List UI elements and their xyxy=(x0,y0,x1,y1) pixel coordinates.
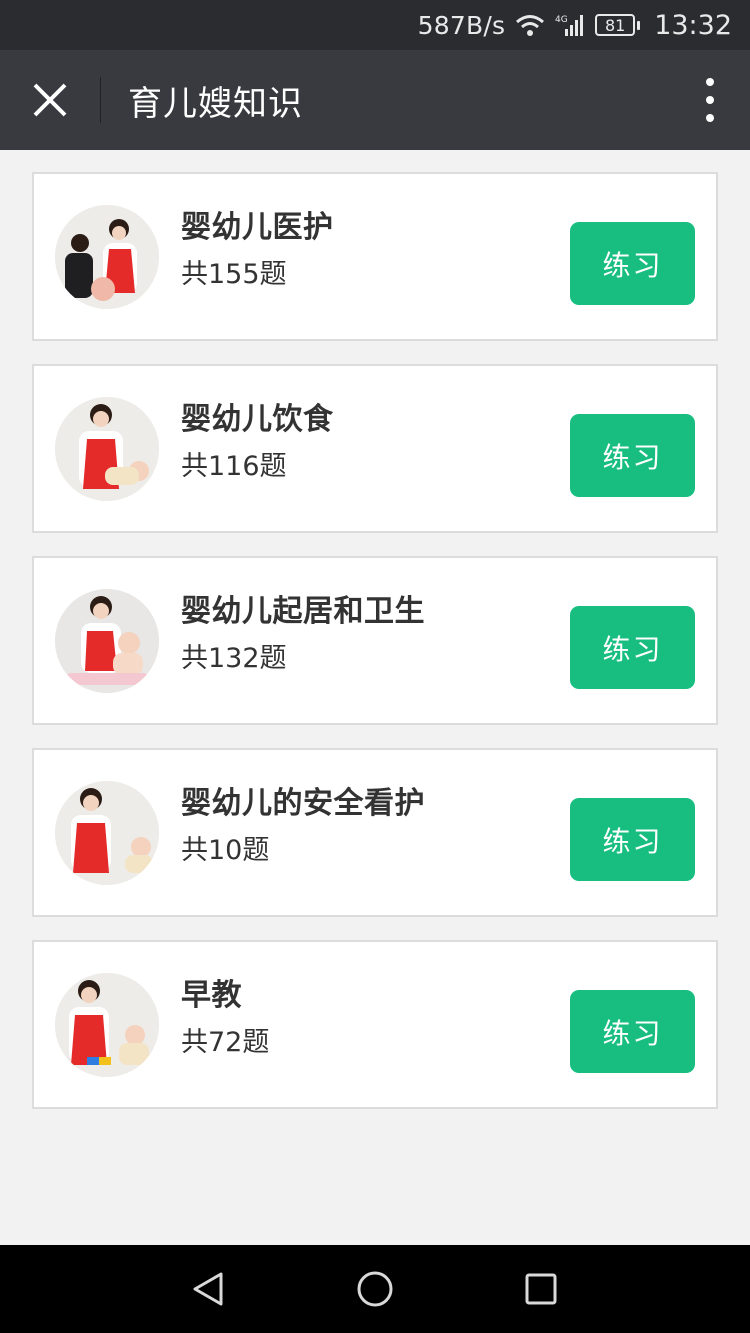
title-divider xyxy=(100,77,101,123)
recent-apps-icon xyxy=(525,1273,557,1305)
practice-button[interactable]: 练习 xyxy=(570,606,695,689)
course-title: 婴幼儿的安全看护 xyxy=(181,786,425,821)
clock: 13:32 xyxy=(654,9,732,41)
course-avatar-image xyxy=(55,781,159,885)
network-speed: 587B/s xyxy=(417,10,506,40)
practice-button[interactable]: 练习 xyxy=(570,990,695,1073)
question-count: 共72题 xyxy=(181,1027,270,1058)
question-count: 共132题 xyxy=(181,643,287,674)
more-vertical-icon xyxy=(706,78,714,86)
recent-apps-button[interactable] xyxy=(519,1267,563,1311)
practice-button[interactable]: 练习 xyxy=(570,414,695,497)
course-avatar-image xyxy=(55,589,159,693)
network-type: 4G xyxy=(555,15,568,25)
close-button[interactable] xyxy=(0,50,100,150)
page-title: 育儿嫂知识 xyxy=(128,83,303,124)
course-card: 婴幼儿饮食 共116题 练习 xyxy=(32,364,718,533)
course-title: 早教 xyxy=(181,978,242,1013)
course-avatar-image xyxy=(55,973,159,1077)
battery-level: 81 xyxy=(595,14,636,36)
course-card: 婴幼儿起居和卫生 共132题 练习 xyxy=(32,556,718,725)
course-avatar-image xyxy=(55,397,159,501)
wifi-icon xyxy=(516,15,545,36)
close-icon xyxy=(33,83,67,117)
question-count: 共116题 xyxy=(181,451,287,482)
more-options-button[interactable] xyxy=(700,78,720,122)
course-card: 婴幼儿的安全看护 共10题 练习 xyxy=(32,748,718,917)
signal-icon: 4G xyxy=(555,15,584,36)
practice-button[interactable]: 练习 xyxy=(570,798,695,881)
title-bar: 育儿嫂知识 xyxy=(0,50,750,150)
course-avatar-image xyxy=(55,205,159,309)
practice-button[interactable]: 练习 xyxy=(570,222,695,305)
course-title: 婴幼儿饮食 xyxy=(181,402,334,437)
status-bar: 587B/s 4G 81 13:32 xyxy=(0,0,750,50)
course-title: 婴幼儿起居和卫生 xyxy=(181,594,425,629)
course-list: 婴幼儿医护 共155题 练习 婴幼儿饮食 共116题 练习 婴幼儿起居和卫生 共… xyxy=(32,172,718,1132)
back-icon xyxy=(193,1272,223,1306)
back-button[interactable] xyxy=(186,1267,230,1311)
course-card: 婴幼儿医护 共155题 练习 xyxy=(32,172,718,341)
question-count: 共155题 xyxy=(181,259,287,290)
battery-icon: 81 xyxy=(595,14,641,36)
system-nav-bar xyxy=(0,1245,750,1333)
course-title: 婴幼儿医护 xyxy=(181,210,334,245)
home-button[interactable] xyxy=(353,1267,397,1311)
question-count: 共10题 xyxy=(181,835,270,866)
home-icon xyxy=(357,1271,393,1307)
course-card: 早教 共72题 练习 xyxy=(32,940,718,1109)
